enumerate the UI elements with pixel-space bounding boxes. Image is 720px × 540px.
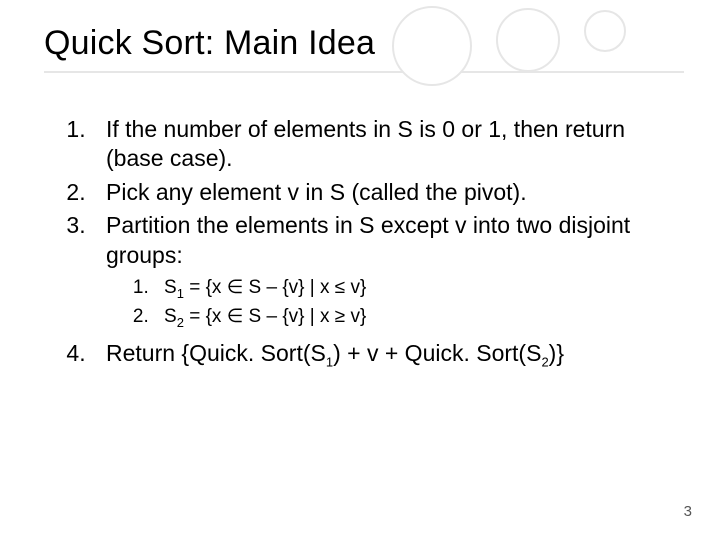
step-text: Partition the elements in S except v int…: [106, 212, 630, 267]
formula-part: Return {Quick. Sort(S: [106, 340, 326, 366]
list-item: Pick any element v in S (called the pivo…: [92, 178, 684, 207]
subscript: 1: [326, 355, 333, 370]
list-item: If the number of elements in S is 0 or 1…: [92, 115, 684, 174]
formula-part: )}: [549, 340, 564, 366]
slide-body: If the number of elements in S is 0 or 1…: [44, 115, 684, 371]
list-item: Return {Quick. Sort(S1) + v + Quick. Sor…: [92, 339, 684, 371]
bubble-icon: [496, 8, 560, 72]
main-list: If the number of elements in S is 0 or 1…: [44, 115, 684, 371]
bubble-icon: [392, 6, 472, 86]
step-text: If the number of elements in S is 0 or 1…: [106, 116, 625, 171]
slide: Quick Sort: Main Idea If the number of e…: [0, 0, 720, 540]
list-item: S1 = {x ∈ S – {v} | x ≤ v}: [154, 276, 684, 302]
formula-part: = {x ∈ S – {v} | x ≥ v}: [184, 306, 366, 327]
list-item: S2 = {x ∈ S – {v} | x ≥ v}: [154, 305, 684, 331]
formula-part: S: [164, 306, 177, 327]
formula-part: ) + v + Quick. Sort(S: [333, 340, 541, 366]
subscript: 1: [177, 286, 184, 301]
step-text: Pick any element v in S (called the pivo…: [106, 179, 527, 205]
bubble-icon: [584, 10, 626, 52]
subscript: 2: [177, 314, 184, 329]
page-number: 3: [684, 503, 692, 520]
formula-part: = {x ∈ S – {v} | x ≤ v}: [184, 277, 366, 298]
subscript: 2: [541, 355, 548, 370]
list-item: Partition the elements in S except v int…: [92, 211, 684, 331]
sub-list: S1 = {x ∈ S – {v} | x ≤ v} S2 = {x ∈ S –…: [106, 276, 684, 331]
decorative-bubbles: [392, 6, 626, 86]
formula-part: S: [164, 277, 177, 298]
